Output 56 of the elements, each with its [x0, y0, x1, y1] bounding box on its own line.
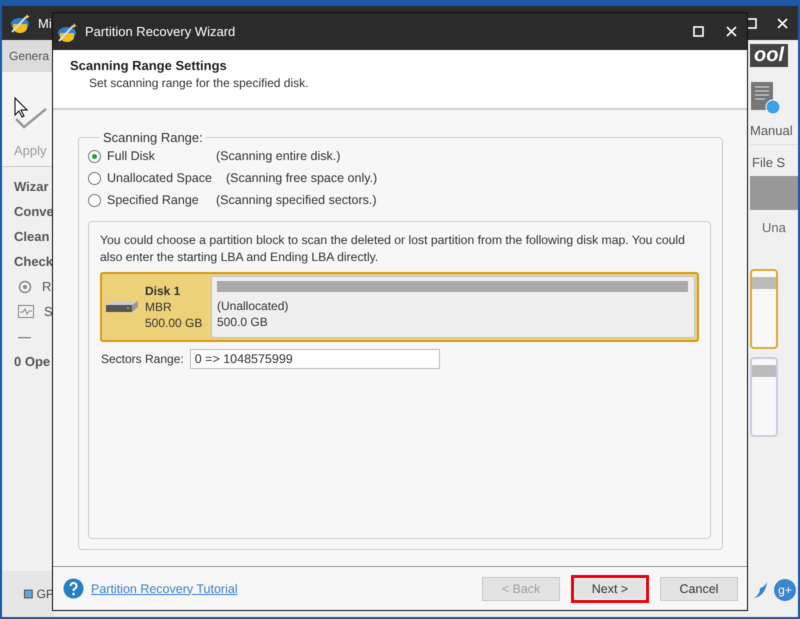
table-cell-text: Una [761, 219, 787, 235]
mouse-pointer-icon [14, 97, 28, 118]
radio-label[interactable]: Specified Range [107, 193, 202, 207]
legend-swatch-icon [24, 588, 33, 600]
sectors-field[interactable]: 0 => 1048575999 [190, 349, 440, 369]
maximize-icon[interactable] [693, 26, 704, 37]
radio-label[interactable]: Full Disk [107, 149, 202, 163]
disk-row-bar [750, 176, 798, 210]
sidebar-item[interactable]: R [42, 279, 52, 294]
hard-drive-icon [105, 300, 139, 314]
window-title: Mi [38, 16, 52, 30]
instructions: You could choose a partition block to scan the deleted or lost partition from the following disk map. You could also enter the starting LBA and Ending LBA directly. [100, 232, 686, 266]
radio-label[interactable]: Unallocated Space [107, 171, 212, 185]
close-icon[interactable] [726, 26, 737, 37]
sidebar-heading: Wizar [14, 179, 50, 194]
chart-icon [18, 305, 34, 318]
page-heading: Scanning Range Settings [70, 58, 228, 73]
option-hint: (Scanning entire disk.) [216, 149, 340, 163]
disk-type: MBR [145, 299, 173, 315]
wizard-button[interactable]: Next > [571, 574, 649, 602]
page-subheading: Set scanning range for the specified disk. [88, 76, 310, 90]
share-button[interactable]: g+ [774, 579, 796, 601]
sidebar-heading: Conve [14, 204, 54, 219]
wizard-icon [57, 20, 79, 42]
radio-button[interactable] [88, 150, 101, 162]
option-hint: (Scanning free space only.) [226, 171, 378, 185]
checkmark-icon [14, 107, 48, 129]
wizard-icon [10, 12, 32, 34]
wizard-button[interactable]: Cancel [660, 576, 738, 600]
recovery-icon [18, 280, 32, 294]
logo: ool [750, 44, 788, 67]
help-icon[interactable] [63, 578, 84, 599]
option-hint: (Scanning specified sectors.) [216, 193, 376, 207]
disk-size: 500.00 GB [145, 315, 202, 331]
partition-size: 500.0 GB [217, 314, 269, 330]
radio-button[interactable] [88, 172, 101, 184]
close-icon[interactable] [777, 18, 788, 28]
disk-map[interactable]: Disk 1 MBR 500.00 GB (Unallocated) 500.0 GB [100, 272, 699, 342]
operations-count: 0 Ope [14, 354, 52, 369]
radio-button[interactable] [88, 194, 101, 206]
group-label: Scanning Range: [102, 130, 204, 145]
separator-dash: — [18, 329, 31, 344]
menu-tab[interactable]: Genera [2, 40, 54, 72]
manual-icon[interactable] [750, 81, 780, 115]
manual-label[interactable]: Manual [750, 123, 793, 138]
sidebar-item[interactable]: S [44, 304, 53, 319]
partition-block[interactable]: (Unallocated) 500.0 GB [211, 276, 695, 338]
disk-name: Disk 1 [145, 283, 182, 299]
bird-icon[interactable] [754, 581, 768, 599]
column-header: File S [751, 154, 786, 172]
tutorial-link[interactable]: Partition Recovery Tutorial [91, 582, 238, 596]
dialog-title: Partition Recovery Wizard [85, 24, 236, 39]
partition-label: (Unallocated) [217, 298, 290, 314]
sectors-label: Sectors Range: [101, 352, 184, 366]
sidebar-heading: Clean [14, 229, 50, 244]
sidebar-heading: Check [14, 254, 54, 269]
